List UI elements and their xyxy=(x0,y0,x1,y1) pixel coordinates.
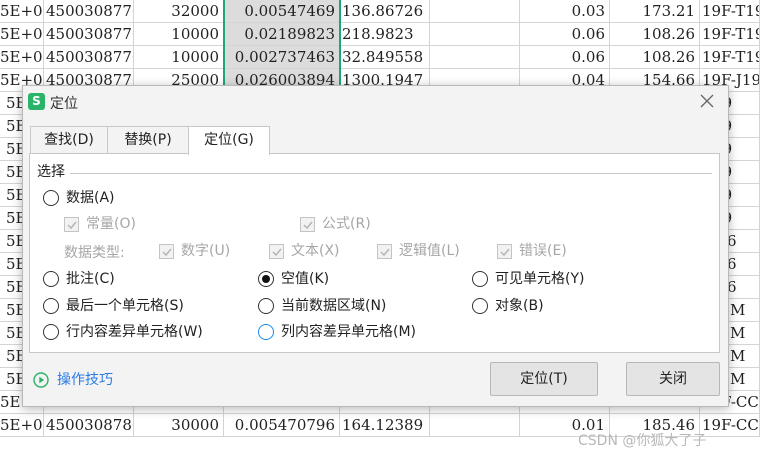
sheet-cell[interactable]: 108.26 xyxy=(610,46,700,69)
goto-button[interactable]: 定位(T) xyxy=(490,362,598,396)
check-icon xyxy=(377,244,392,259)
radio-visible-cells-label: 可见单元格(Y) xyxy=(495,271,585,287)
tab-find[interactable]: 查找(D) xyxy=(30,126,108,154)
sheet-cell[interactable]: 136.86726 xyxy=(340,0,430,23)
sheet-cell[interactable]: 4500308776 xyxy=(44,23,134,46)
radio-column-differences-label: 列内容差异单元格(M) xyxy=(281,324,417,340)
sheet-cell[interactable] xyxy=(430,23,520,46)
check-icon xyxy=(497,244,512,259)
close-button[interactable]: 关闭 xyxy=(626,362,720,396)
sheet-cell[interactable]: 0.06 xyxy=(520,23,610,46)
radio-comments-circle xyxy=(43,271,59,287)
sheet-cell[interactable]: 19F-T19 xyxy=(700,23,760,46)
check-icon xyxy=(269,244,284,259)
radio-column-differences-circle xyxy=(258,324,274,340)
sheet-cell[interactable]: 218.9823 xyxy=(340,23,430,46)
radio-blanks-circle xyxy=(258,271,274,287)
sheet-cell[interactable]: 4500308780 xyxy=(44,414,134,437)
sheet-cell[interactable]: 0.005470796 xyxy=(224,414,340,437)
close-icon[interactable] xyxy=(698,92,716,110)
wps-app-icon: S xyxy=(28,93,45,110)
sheet-cell[interactable]: 0.00547469 xyxy=(224,0,340,23)
sheet-cell[interactable]: 5E+09 xyxy=(0,46,44,69)
radio-blanks-label: 空值(K) xyxy=(281,271,330,287)
sheet-cell[interactable]: 5E+09 xyxy=(0,0,44,23)
sheet-cell[interactable]: 10000 xyxy=(134,46,224,69)
watermark: CSDN @你狐大了子 xyxy=(578,433,707,449)
goto-dialog: S 定位 查找(D) 替换(P) 定位(G) 选择 数据(A) 常量(O) 公式… xyxy=(22,85,729,407)
radio-data-label: 数据(A) xyxy=(66,190,115,206)
data-type-label: 数据类型: xyxy=(64,245,125,261)
radio-current-region-label: 当前数据区域(N) xyxy=(281,298,387,314)
sheet-cell[interactable]: 19F-CCM xyxy=(700,414,760,437)
radio-current-region-circle xyxy=(258,298,274,314)
sheet-cell[interactable]: 108.26 xyxy=(610,23,700,46)
checkbox-text-label: 文本(X) xyxy=(291,243,340,259)
sheet-cell[interactable] xyxy=(430,414,520,437)
radio-last-cell-label: 最后一个单元格(S) xyxy=(66,298,184,314)
checkbox-constants-label: 常量(O) xyxy=(86,216,136,232)
sheet-cell[interactable]: 19F-T19 xyxy=(700,46,760,69)
group-divider xyxy=(70,173,712,174)
radio-last-cell-circle xyxy=(43,298,59,314)
checkbox-error-label: 错误(E) xyxy=(519,243,567,259)
sheet-cell[interactable]: 5E+09 xyxy=(0,23,44,46)
tab-replace[interactable]: 替换(P) xyxy=(107,126,189,154)
play-circle-icon xyxy=(33,372,49,388)
sheet-cell[interactable]: 32000 xyxy=(134,0,224,23)
sheet-cell[interactable]: 4500308776 xyxy=(44,46,134,69)
check-icon xyxy=(300,217,315,232)
radio-objects-circle xyxy=(472,298,488,314)
check-icon xyxy=(64,217,79,232)
dialog-title: 定位 xyxy=(50,96,78,112)
sheet-cell[interactable]: 173.21 xyxy=(610,0,700,23)
sheet-cell[interactable]: 5E+09 xyxy=(0,414,44,437)
sheet-cell[interactable]: 32.849558 xyxy=(340,46,430,69)
sheet-cell[interactable]: 4500308776 xyxy=(44,0,134,23)
radio-data-circle xyxy=(43,190,59,206)
sheet-cell[interactable]: 0.06 xyxy=(520,46,610,69)
dialog-titlebar[interactable]: S 定位 xyxy=(23,86,728,120)
radio-row-differences-label: 行内容差异单元格(W) xyxy=(66,324,203,340)
radio-visible-cells-circle xyxy=(472,271,488,287)
radio-comments-label: 批注(C) xyxy=(66,271,115,287)
sheet-cell[interactable] xyxy=(430,46,520,69)
tips-label: 操作技巧 xyxy=(57,372,113,388)
radio-objects-label: 对象(B) xyxy=(495,298,544,314)
sheet-cell[interactable]: 10000 xyxy=(134,23,224,46)
select-group-label: 选择 xyxy=(37,164,65,180)
sheet-cell[interactable]: 164.12389 xyxy=(340,414,430,437)
sheet-cell[interactable]: 0.002737463 xyxy=(224,46,340,69)
radio-row-differences-circle xyxy=(43,324,59,340)
check-icon xyxy=(159,244,174,259)
checkbox-formulas-label: 公式(R) xyxy=(322,216,371,232)
sheet-cell[interactable]: 0.02189823 xyxy=(224,23,340,46)
sheet-cell[interactable]: 30000 xyxy=(134,414,224,437)
sheet-cell[interactable]: 19F-T19 xyxy=(700,0,760,23)
sheet-cell[interactable]: 0.03 xyxy=(520,0,610,23)
checkbox-logical-label: 逻辑值(L) xyxy=(399,243,460,259)
checkbox-number-label: 数字(U) xyxy=(181,243,231,259)
tab-goto[interactable]: 定位(G) xyxy=(188,126,270,155)
sheet-cell[interactable] xyxy=(430,0,520,23)
